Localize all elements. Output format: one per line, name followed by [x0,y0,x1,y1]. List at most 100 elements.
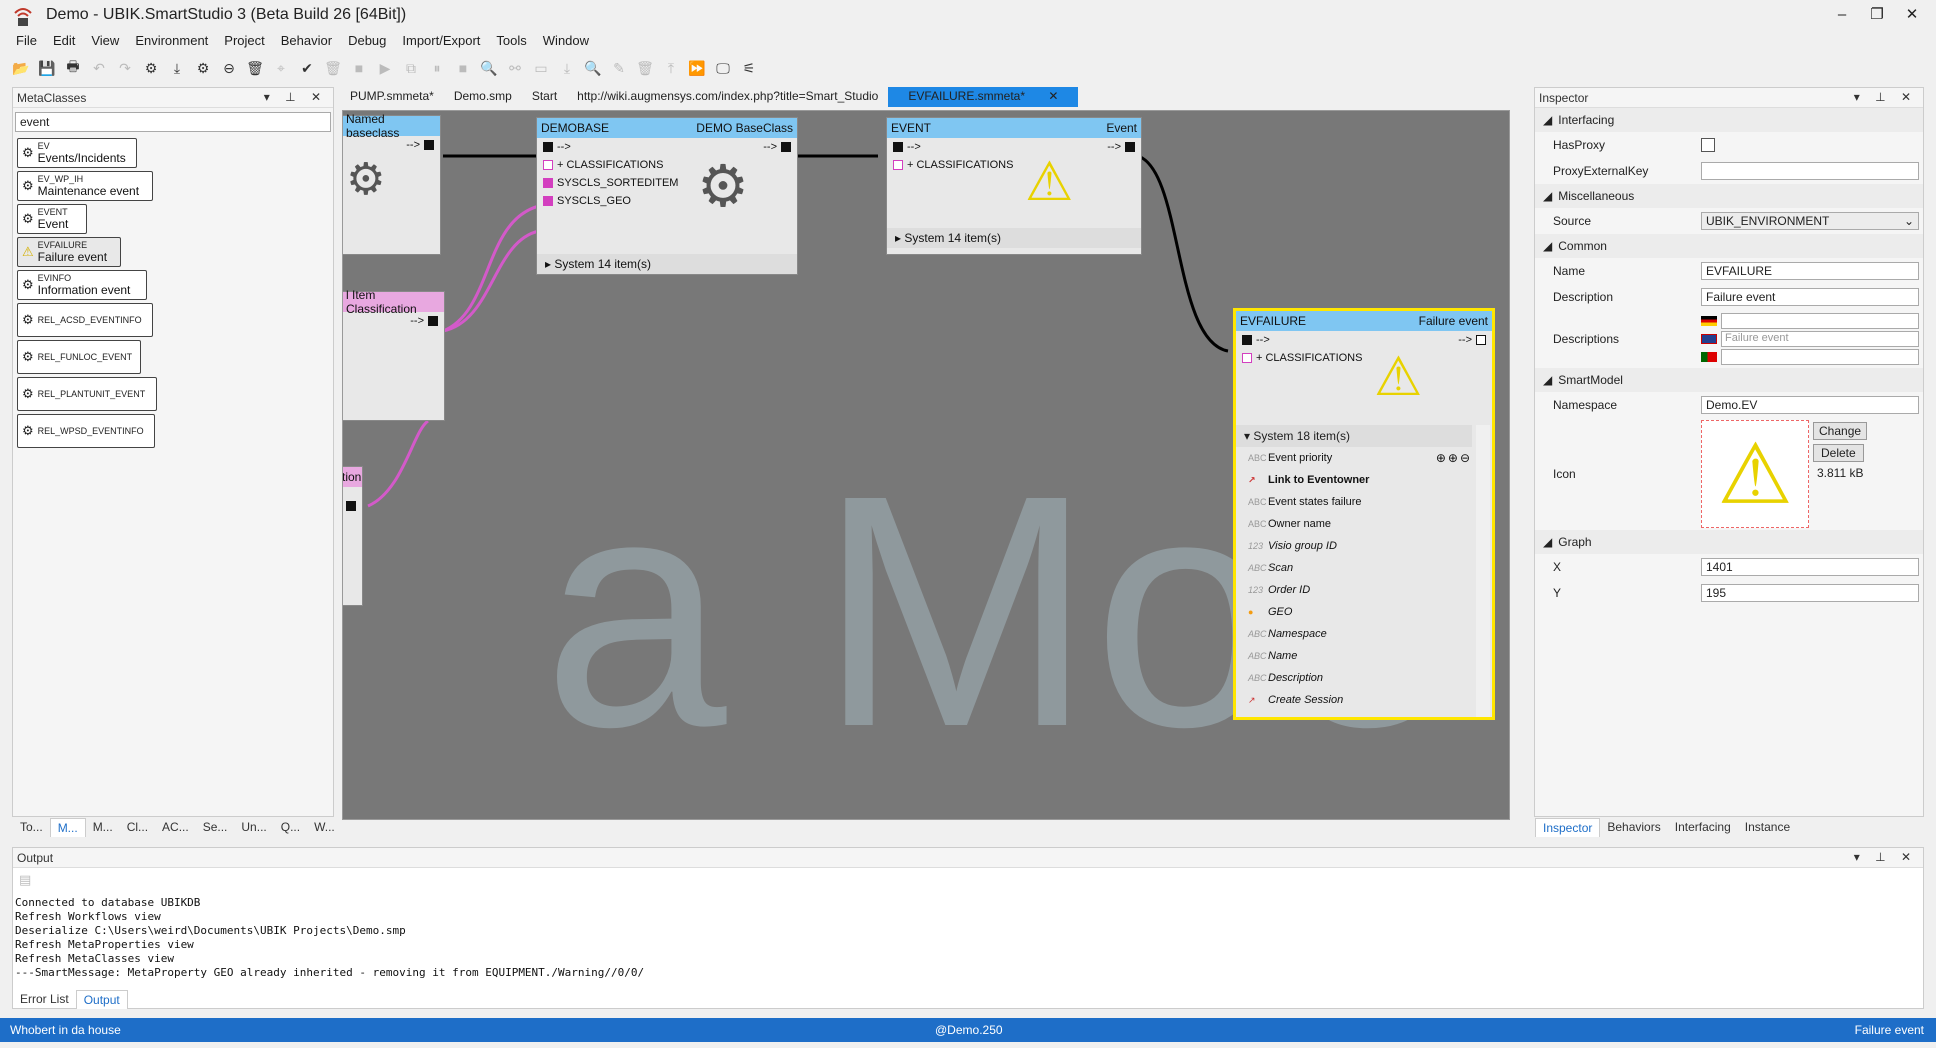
link-icon[interactable]: ⚯ [506,59,524,77]
node-named-baseclass[interactable]: Named baseclass --> ⚙ [343,112,441,255]
property-geo[interactable]: ● GEO [1240,601,1472,623]
namespace-input[interactable]: Demo.EV [1701,396,1919,414]
property-scrollbar[interactable] [1476,425,1490,717]
section-common[interactable]: ◢ Common [1535,234,1923,258]
download-icon[interactable]: ⤓ [168,59,186,77]
tab-workflows[interactable]: W... [307,818,342,837]
proxyexternalkey-input[interactable] [1701,162,1919,180]
tab-metaproperties[interactable]: M... [86,818,120,837]
property-create-session[interactable]: ↗ Create Session [1240,689,1472,711]
tab-metaclasses[interactable]: M... [49,818,86,837]
model-canvas[interactable]: a Moo Named baseclass --> ⚙ l Item Class… [342,110,1510,820]
tab-queries[interactable]: Q... [274,818,307,837]
metaclass-item-rel-acsd-eventinfo[interactable]: ⚙ REL_ACSD_EVENTINFO [17,303,153,337]
panel-controls-icon[interactable]: ▾ ⊥ ✕ [1854,850,1917,864]
clear-output-icon[interactable]: ▤ [19,872,31,888]
node-item-classification[interactable]: l Item Classification --> [343,288,445,421]
play-icon[interactable]: ▶ [376,59,394,77]
stop-icon[interactable]: ■ [350,59,368,77]
metaclass-item-event[interactable]: ⚙ EVENT Event [17,204,87,234]
metaclass-filter-input[interactable]: event [15,112,331,132]
minus-circle-icon[interactable]: ⊖ [220,59,238,77]
description-pt-input[interactable] [1721,349,1919,365]
settings-icon[interactable]: ⚙ [142,59,160,77]
classification-port-icon[interactable] [543,160,553,170]
image-icon[interactable]: ▭ [532,59,550,77]
metaclass-item-evinfo[interactable]: ⚙ EVINFO Information event [17,270,147,300]
gear-icon[interactable]: ⚙ [194,59,212,77]
description-en-input[interactable]: Failure event [1721,331,1919,347]
port-icon[interactable] [781,142,791,152]
maximize-button[interactable]: ❐ [1862,4,1892,26]
tab-selective[interactable]: Se... [196,818,235,837]
name-input[interactable]: EVFAILURE [1701,262,1919,280]
tab-wiki[interactable]: http://wiki.augmensys.com/index.php?titl… [567,87,888,107]
tab-instance[interactable]: Instance [1738,818,1797,837]
node-partial[interactable]: tion [343,466,363,606]
property-description[interactable]: ABC Description [1240,667,1472,689]
open-icon[interactable]: 📂 [12,59,30,77]
undo-icon[interactable]: ↶ [90,59,108,77]
menu-import-export[interactable]: Import/Export [402,33,480,48]
menu-tools[interactable]: Tools [496,33,526,48]
port-icon[interactable] [1125,142,1135,152]
tab-demo-smp[interactable]: Demo.smp [444,87,522,107]
metaclass-item-evfailure[interactable]: ⚠ EVFAILURE Failure event [17,237,121,267]
node-evfailure[interactable]: EVFAILURE Failure event --> --> + CLASSIFI… [1233,308,1495,720]
upload-icon[interactable]: ⤒ [662,59,680,77]
check-icon[interactable]: ✔ [298,59,316,77]
menu-environment[interactable]: Environment [135,33,208,48]
description-input[interactable]: Failure event [1701,288,1919,306]
system-section[interactable]: ▾ System 18 item(s) [1236,425,1472,447]
tab-output[interactable]: Output [75,990,128,1009]
classification-port-icon[interactable] [1242,353,1252,363]
metaclass-item-rel-funloc-event[interactable]: ⚙ REL_FUNLOC_EVENT [17,340,141,374]
redo-icon[interactable]: ↷ [116,59,134,77]
tab-toolbox[interactable]: To... [13,818,50,837]
pen-icon[interactable]: ✎ [610,59,628,77]
delete-icon[interactable]: 🗑 [324,59,342,77]
property-event-states-failure[interactable]: ABC Event states failure [1240,491,1472,513]
save-icon[interactable]: 💾 [38,59,56,77]
minimize-button[interactable]: – [1827,4,1857,26]
pause-icon[interactable]: ⏸ [428,59,446,77]
metaclass-item-ev-wp-ih[interactable]: ⚙ EV_WP_IH Maintenance event [17,171,153,201]
zoom-icon[interactable]: 🔍 [584,59,602,77]
section-interfacing[interactable]: ◢ Interfacing [1535,108,1923,132]
tab-units[interactable]: Un... [234,818,273,837]
step-icon[interactable]: ⧉ [402,59,420,77]
section-smartmodel[interactable]: ◢ SmartModel [1535,368,1923,392]
port-icon[interactable] [428,316,438,326]
classification-port-icon[interactable] [893,160,903,170]
port-icon[interactable] [424,140,434,150]
tab-pump-smmeta[interactable]: PUMP.smmeta* [340,87,444,107]
metaclass-item-ev[interactable]: ⚙ EV Events/Incidents [17,138,137,168]
layout-icon[interactable]: ⚟ [740,59,758,77]
menu-debug[interactable]: Debug [348,33,386,48]
close-window-button[interactable]: ✕ [1897,4,1927,26]
port-icon[interactable] [543,142,553,152]
classification-port-icon[interactable] [543,196,553,206]
port-icon[interactable] [1242,335,1252,345]
system-section[interactable]: ▸ System 14 item(s) [537,254,797,274]
metaclass-item-rel-wpsd-eventinfo[interactable]: ⚙ REL_WPSD_EVENTINFO [17,414,155,448]
screen-icon[interactable]: 🖵 [714,59,732,77]
property-owner-name[interactable]: ABC Owner name [1240,513,1472,535]
hasproxy-checkbox[interactable] [1701,138,1715,152]
system-section[interactable]: ▸ System 14 item(s) [887,228,1141,248]
print-icon[interactable]: 🖶 [64,58,82,77]
property-event-priority[interactable]: ABC Event priority ⊕⊕⊖ [1240,447,1472,469]
tab-acm[interactable]: AC... [155,818,196,837]
port-icon[interactable] [1476,335,1486,345]
property-link-to-eventowner[interactable]: ↗ Link to Eventowner [1240,469,1472,491]
property-order-id[interactable]: 123 Order ID [1240,579,1472,601]
y-input[interactable]: 195 [1701,584,1919,602]
x-input[interactable]: 1401 [1701,558,1919,576]
panel-controls-icon[interactable]: ▾ ⊥ ✕ [1854,90,1917,104]
export-icon[interactable]: ⤓ [558,59,576,77]
section-miscellaneous[interactable]: ◢ Miscellaneous [1535,184,1923,208]
warning-icon[interactable]: ⚠ [1701,420,1809,528]
source-select[interactable]: UBIK_ENVIRONMENT ⌄ [1701,212,1919,230]
menu-edit[interactable]: Edit [53,33,75,48]
property-name[interactable]: ABC Name [1240,645,1472,667]
